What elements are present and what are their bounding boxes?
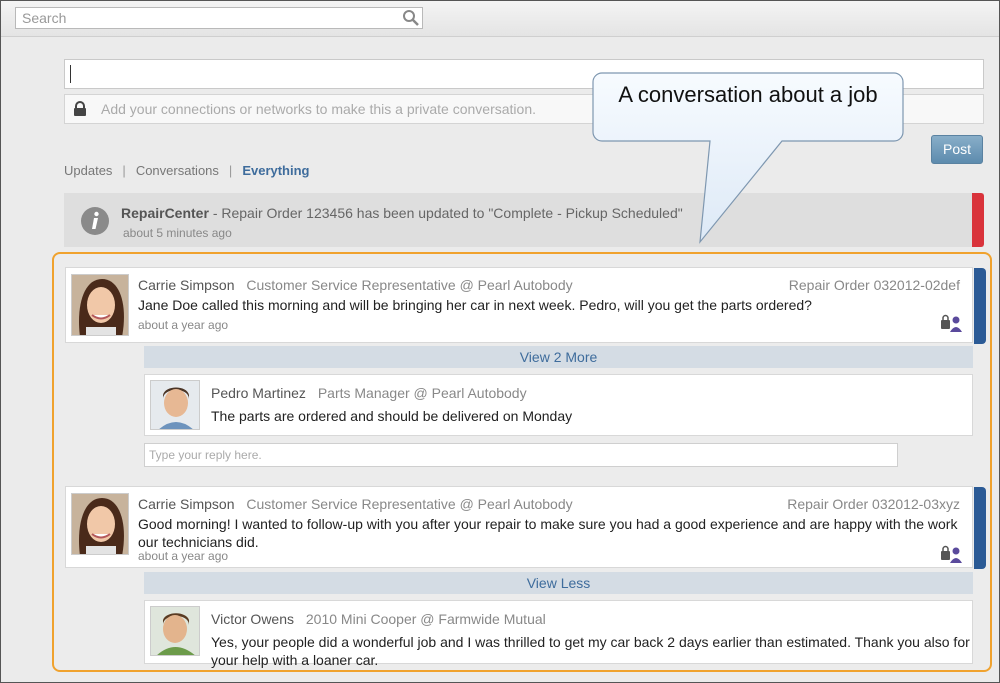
avatar[interactable] xyxy=(150,380,200,430)
avatar-victor-image xyxy=(151,607,199,655)
author-role: Customer Service Representative @ Pearl … xyxy=(246,277,573,293)
view-more-button[interactable]: View 2 More xyxy=(144,346,973,368)
lock-icon xyxy=(74,101,86,116)
author-role: Customer Service Representative @ Pearl … xyxy=(246,496,573,512)
reply-item: Pedro Martinez Parts Manager @ Pearl Aut… xyxy=(144,374,973,436)
text-caret xyxy=(70,65,71,83)
private-people-icon[interactable] xyxy=(940,314,962,332)
avatar-carrie-image xyxy=(72,494,128,554)
author-name[interactable]: Pedro Martinez xyxy=(211,385,306,401)
reply-body: Yes, your people did a wonderful job and… xyxy=(211,634,970,668)
post-body: Jane Doe called this morning and will be… xyxy=(138,297,812,313)
thread-indicator xyxy=(974,487,986,569)
reply-header: Pedro Martinez Parts Manager @ Pearl Aut… xyxy=(211,385,527,401)
search-input[interactable]: Search xyxy=(15,7,423,29)
view-less-button[interactable]: View Less xyxy=(144,572,973,594)
info-icon xyxy=(81,207,109,235)
avatar-carrie-image xyxy=(72,275,128,335)
post-header: Carrie Simpson Customer Service Represen… xyxy=(138,496,573,512)
author-role: Parts Manager @ Pearl Autobody xyxy=(317,385,527,401)
author-name[interactable]: Carrie Simpson xyxy=(138,277,234,293)
author-role: 2010 Mini Cooper @ Farmwide Mutual xyxy=(305,611,546,627)
avatar[interactable] xyxy=(150,606,200,656)
update-time: about 5 minutes ago xyxy=(123,226,232,240)
repair-order-link[interactable]: Repair Order 032012-03xyz xyxy=(787,496,960,512)
tab-separator: | xyxy=(122,163,126,178)
tab-conversations[interactable]: Conversations xyxy=(136,163,219,178)
thread-indicator xyxy=(974,268,986,344)
update-source[interactable]: RepairCenter xyxy=(121,205,209,221)
avatar-pedro-image xyxy=(151,381,199,429)
post-button[interactable]: Post xyxy=(931,135,983,164)
tab-separator: | xyxy=(228,163,233,178)
app-frame: Search Add your connections or networks … xyxy=(0,0,1000,683)
reply-item: Victor Owens 2010 Mini Cooper @ Farmwide… xyxy=(144,600,973,668)
search-placeholder: Search xyxy=(22,10,67,26)
author-name[interactable]: Victor Owens xyxy=(211,611,294,627)
tab-updates[interactable]: Updates xyxy=(64,163,112,178)
conversation-post: Carrie Simpson Customer Service Represen… xyxy=(65,486,986,569)
private-placeholder: Add your connections or networks to make… xyxy=(101,101,536,117)
conversation-highlight: Carrie Simpson Customer Service Represen… xyxy=(52,252,992,672)
avatar[interactable] xyxy=(71,274,129,336)
post-time: about a year ago xyxy=(138,549,229,563)
feed-filter-tabs: Updates | Conversations | Everything xyxy=(64,163,310,178)
post-header: Carrie Simpson Customer Service Represen… xyxy=(138,277,573,293)
conversation-post: Carrie Simpson Customer Service Represen… xyxy=(65,267,986,344)
top-bar: Search xyxy=(1,1,999,37)
callout-text: A conversation about a job xyxy=(618,82,878,107)
reply-header: Victor Owens 2010 Mini Cooper @ Farmwide… xyxy=(211,611,546,627)
reply-input[interactable]: Type your reply here. xyxy=(144,443,898,467)
alert-indicator xyxy=(972,193,984,247)
repair-order-link[interactable]: Repair Order 032012-02def xyxy=(789,277,960,293)
author-name[interactable]: Carrie Simpson xyxy=(138,496,234,512)
private-people-icon[interactable] xyxy=(940,545,962,563)
avatar[interactable] xyxy=(71,493,129,555)
post-body: Good morning! I wanted to follow-up with… xyxy=(138,516,958,550)
tab-everything[interactable]: Everything xyxy=(242,163,309,178)
reply-body: The parts are ordered and should be deli… xyxy=(211,408,573,424)
post-time: about a year ago xyxy=(138,318,229,332)
search-icon[interactable] xyxy=(402,9,420,27)
